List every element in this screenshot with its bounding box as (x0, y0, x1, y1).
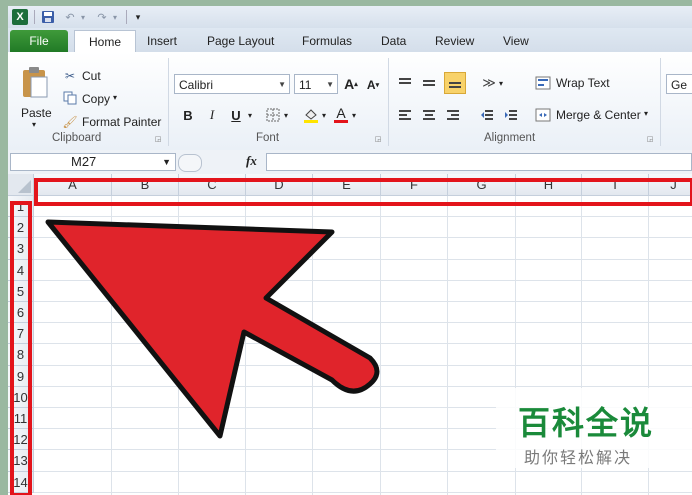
alignment-launcher-icon[interactable]: ◲ (646, 135, 654, 143)
paste-dropdown-icon[interactable]: ▾ (32, 120, 36, 129)
name-box[interactable]: M27 ▼ (10, 153, 176, 171)
merge-center-button[interactable]: Merge & Center (556, 108, 641, 122)
alignment-group-label: Alignment (484, 132, 536, 144)
clipboard-launcher-icon[interactable]: ◲ (154, 135, 162, 143)
merge-center-icon[interactable] (534, 106, 552, 124)
bottom-align-icon[interactable] (444, 72, 466, 94)
top-align-icon[interactable] (396, 74, 414, 92)
paste-icon[interactable] (20, 64, 50, 100)
underline-dropdown-icon[interactable]: ▾ (246, 108, 254, 122)
redo-icon[interactable]: ↷ (94, 9, 110, 25)
ribbon-home: Paste ▾ ✂ Cut Copy ▾ 🖌 Format Painter Cl… (8, 52, 692, 151)
font-launcher-icon[interactable]: ◲ (374, 135, 382, 143)
customize-quick-access-icon[interactable]: ▾ (132, 9, 144, 25)
tab-file[interactable]: File (10, 30, 68, 52)
formula-bar-divider-handle[interactable] (178, 154, 202, 172)
formula-input[interactable] (266, 153, 692, 171)
insert-function-icon[interactable]: fx (246, 153, 257, 169)
separator (34, 10, 35, 24)
tab-view[interactable]: View (503, 32, 529, 50)
watermark-logo: 百科全说 助你轻松解决 (496, 388, 692, 468)
redo-dropdown-icon[interactable]: ▾ (110, 9, 120, 25)
shrink-font-icon[interactable]: A ▾ (364, 76, 382, 94)
copy-button[interactable]: Copy (82, 92, 110, 106)
align-right-icon[interactable] (444, 106, 462, 124)
tab-data[interactable]: Data (381, 32, 406, 50)
copy-dropdown-icon[interactable]: ▾ (113, 93, 117, 102)
decrease-indent-icon[interactable] (478, 106, 496, 124)
bold-button[interactable]: B (180, 106, 196, 124)
fill-color-icon[interactable] (302, 106, 320, 124)
name-box-value: M27 (71, 154, 97, 169)
font-size-select[interactable]: 11 ▼ (294, 74, 338, 94)
number-format-value: Ge (671, 78, 688, 92)
watermark-subtitle: 助你轻松解决 (524, 448, 633, 467)
font-size-value: 11 (299, 78, 312, 92)
align-center-icon[interactable] (420, 106, 438, 124)
wrap-text-button[interactable]: Wrap Text (556, 76, 610, 90)
tab-review[interactable]: Review (435, 32, 474, 50)
excel-app-icon[interactable]: X (12, 9, 28, 25)
formula-bar: M27 ▼ fx (8, 150, 692, 175)
excel-window: X ↶ ▾ ↷ ▾ ▾ File Home Insert Page Layout… (8, 6, 692, 495)
orientation-icon[interactable]: ≫ (480, 74, 498, 92)
font-color-swatch (334, 119, 348, 123)
number-format-select[interactable]: Ge (666, 74, 692, 94)
tab-home[interactable]: Home (74, 30, 136, 53)
wrap-text-icon[interactable] (534, 74, 552, 92)
separator (168, 58, 169, 146)
tab-formulas[interactable]: Formulas (302, 32, 352, 50)
fill-color-dropdown-icon[interactable]: ▾ (320, 108, 328, 122)
tab-page-layout[interactable]: Page Layout (207, 32, 274, 50)
separator (126, 10, 127, 24)
font-group-label: Font (256, 132, 280, 144)
separator (388, 58, 389, 146)
ribbon-tabs: File Home Insert Page Layout Formulas Da… (8, 28, 692, 53)
copy-icon[interactable] (62, 90, 78, 106)
paste-button-label[interactable]: Paste (21, 106, 52, 120)
clipboard-group-label: Clipboard (52, 132, 102, 144)
font-name-value: Calibri (179, 78, 214, 92)
format-painter-icon[interactable]: 🖌 (62, 114, 78, 130)
watermark-title: 百科全说 (518, 404, 655, 442)
italic-button[interactable]: I (204, 106, 220, 124)
name-box-dropdown-icon[interactable]: ▼ (162, 154, 171, 170)
undo-dropdown-icon[interactable]: ▾ (78, 9, 88, 25)
save-icon[interactable] (40, 9, 56, 25)
separator (660, 58, 661, 146)
font-color-button[interactable]: A (332, 104, 350, 124)
undo-icon[interactable]: ↶ (62, 9, 78, 25)
increase-indent-icon[interactable] (502, 106, 520, 124)
orientation-dropdown-icon[interactable]: ▾ (497, 76, 505, 90)
underline-button[interactable]: U (228, 106, 244, 124)
title-bar: X ↶ ▾ ↷ ▾ ▾ (8, 6, 692, 29)
middle-align-icon[interactable] (420, 74, 438, 92)
cut-icon[interactable]: ✂ (62, 68, 78, 84)
borders-icon[interactable] (264, 106, 282, 124)
align-left-icon[interactable] (396, 106, 414, 124)
font-color-letter: A (336, 104, 346, 121)
format-painter-button[interactable]: Format Painter (82, 115, 161, 129)
cut-button[interactable]: Cut (82, 69, 101, 83)
merge-center-dropdown-icon[interactable]: ▾ (644, 109, 648, 118)
grow-font-icon[interactable]: A ▴ (342, 75, 360, 93)
font-color-dropdown-icon[interactable]: ▾ (350, 108, 358, 122)
tab-insert[interactable]: Insert (147, 32, 177, 50)
borders-dropdown-icon[interactable]: ▾ (282, 108, 290, 122)
font-name-select[interactable]: Calibri ▼ (174, 74, 290, 94)
